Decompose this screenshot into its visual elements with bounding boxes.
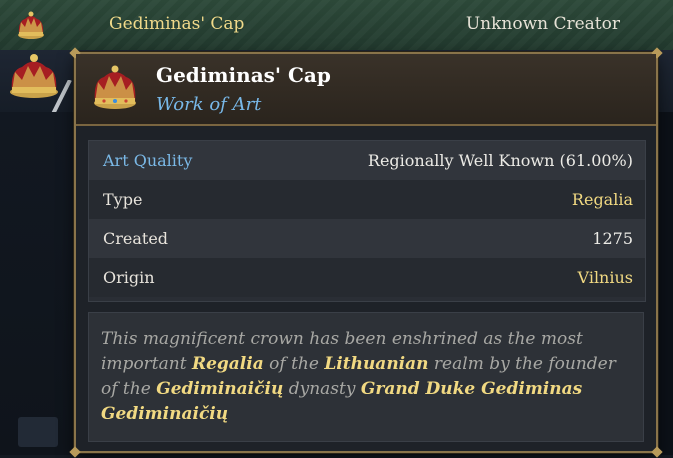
- stat-row-origin: Origin Vilnius: [89, 258, 645, 297]
- background-item: [18, 417, 58, 447]
- crown-icon: [18, 11, 44, 39]
- stat-label[interactable]: Art Quality: [103, 141, 192, 180]
- desc-link-dynasty[interactable]: Gediminaičių: [156, 379, 283, 399]
- stat-value[interactable]: Regalia: [572, 180, 633, 219]
- artifact-creator: Unknown Creator: [465, 14, 620, 34]
- stat-row-type: Type Regalia: [89, 180, 645, 219]
- stat-label: Created: [103, 229, 169, 248]
- tooltip-subtitle: Work of Art: [156, 94, 262, 115]
- stat-row-art-quality: Art Quality Regionally Well Known (61.00…: [89, 141, 645, 180]
- artifact-tooltip: Gediminas' Cap Work of Art Art Quality R…: [69, 47, 663, 458]
- artifact-list-row[interactable]: Gediminas' Cap Unknown Creator: [0, 0, 673, 51]
- stat-value[interactable]: Vilnius: [578, 258, 633, 297]
- stat-row-created: Created 1275: [89, 219, 645, 258]
- artifact-name: Gediminas' Cap: [109, 14, 245, 34]
- stats-table: Art Quality Regionally Well Known (61.00…: [88, 140, 646, 302]
- stat-label: Origin: [103, 268, 155, 287]
- desc-link-lithuanian[interactable]: Lithuanian: [324, 354, 428, 374]
- scrollbar-track[interactable]: [659, 112, 673, 455]
- desc-text: dynasty: [283, 379, 361, 399]
- desc-link-regalia[interactable]: Regalia: [192, 354, 264, 374]
- tooltip-header: Gediminas' Cap Work of Art: [76, 54, 656, 126]
- stat-value: 1275: [592, 229, 633, 248]
- tooltip-title: Gediminas' Cap: [156, 63, 331, 87]
- stat-value: Regionally Well Known (61.00%): [367, 151, 633, 170]
- crown-icon: [94, 65, 136, 109]
- stat-label: Type: [103, 190, 143, 209]
- description-text: This magnificent crown has been enshrine…: [88, 312, 644, 442]
- desc-text: of the: [263, 354, 325, 374]
